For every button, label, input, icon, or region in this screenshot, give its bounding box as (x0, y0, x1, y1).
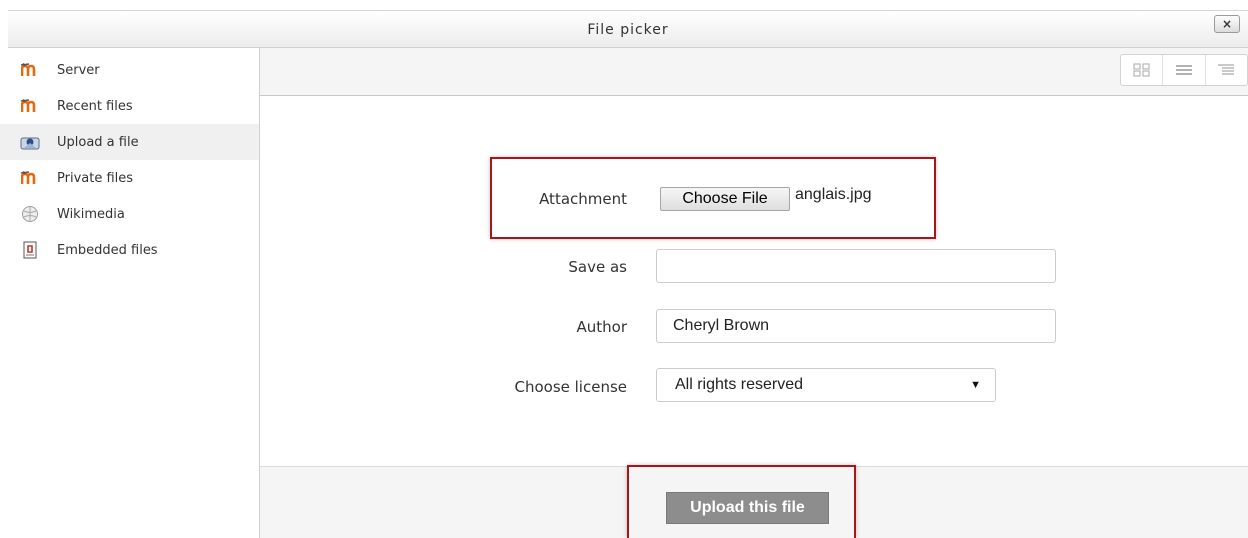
dialog-titlebar: File picker × (8, 10, 1248, 48)
license-selected-value: All rights reserved (675, 376, 804, 393)
license-select[interactable]: All rights reserved ▼ (656, 368, 996, 402)
file-picker-toolbar (260, 48, 1248, 96)
file-picker-dialog: File picker × Server Recent files Upload… (0, 0, 1248, 538)
author-input[interactable] (656, 309, 1056, 343)
sidebar-item-label: Embedded files (57, 242, 158, 258)
sidebar-item-label: Server (57, 62, 100, 78)
embedded-files-icon (20, 241, 40, 259)
chevron-down-icon: ▼ (970, 379, 981, 391)
license-label: Choose license (514, 378, 627, 396)
close-button[interactable]: × (1214, 15, 1240, 33)
moodle-icon (20, 97, 40, 115)
sidebar-item-label: Private files (57, 170, 134, 186)
sidebar-item-embedded-files[interactable]: Embedded files (0, 232, 259, 268)
list-view-icon[interactable] (1163, 55, 1206, 85)
upload-highlight-box (627, 465, 856, 538)
sidebar-item-label: Wikimedia (57, 206, 125, 222)
save-as-label: Save as (568, 258, 627, 276)
sidebar-item-private-files[interactable]: Private files (0, 160, 259, 196)
wikimedia-icon (20, 205, 40, 223)
sidebar-item-upload-a-file[interactable]: Upload a file (0, 124, 259, 160)
sidebar-item-label: Upload a file (57, 134, 139, 150)
attachment-highlight-box (490, 157, 936, 239)
author-label: Author (576, 318, 627, 336)
sidebar-item-server[interactable]: Server (0, 52, 259, 88)
save-as-input[interactable] (656, 249, 1056, 283)
moodle-icon (20, 61, 40, 79)
grid-view-icon[interactable] (1121, 55, 1164, 85)
sidebar-item-label: Recent files (57, 98, 133, 114)
sidebar-item-wikimedia[interactable]: Wikimedia (0, 196, 259, 232)
repository-sidebar: Server Recent files Upload a file Privat… (0, 48, 260, 538)
dialog-title: File picker (587, 22, 669, 38)
sidebar-item-recent-files[interactable]: Recent files (0, 88, 259, 124)
tree-view-icon[interactable] (1206, 55, 1247, 85)
upload-icon (20, 133, 40, 151)
view-switcher (1120, 54, 1248, 86)
upload-form: Attachment Choose File anglais.jpg Save … (260, 96, 1248, 466)
moodle-icon (20, 169, 40, 187)
